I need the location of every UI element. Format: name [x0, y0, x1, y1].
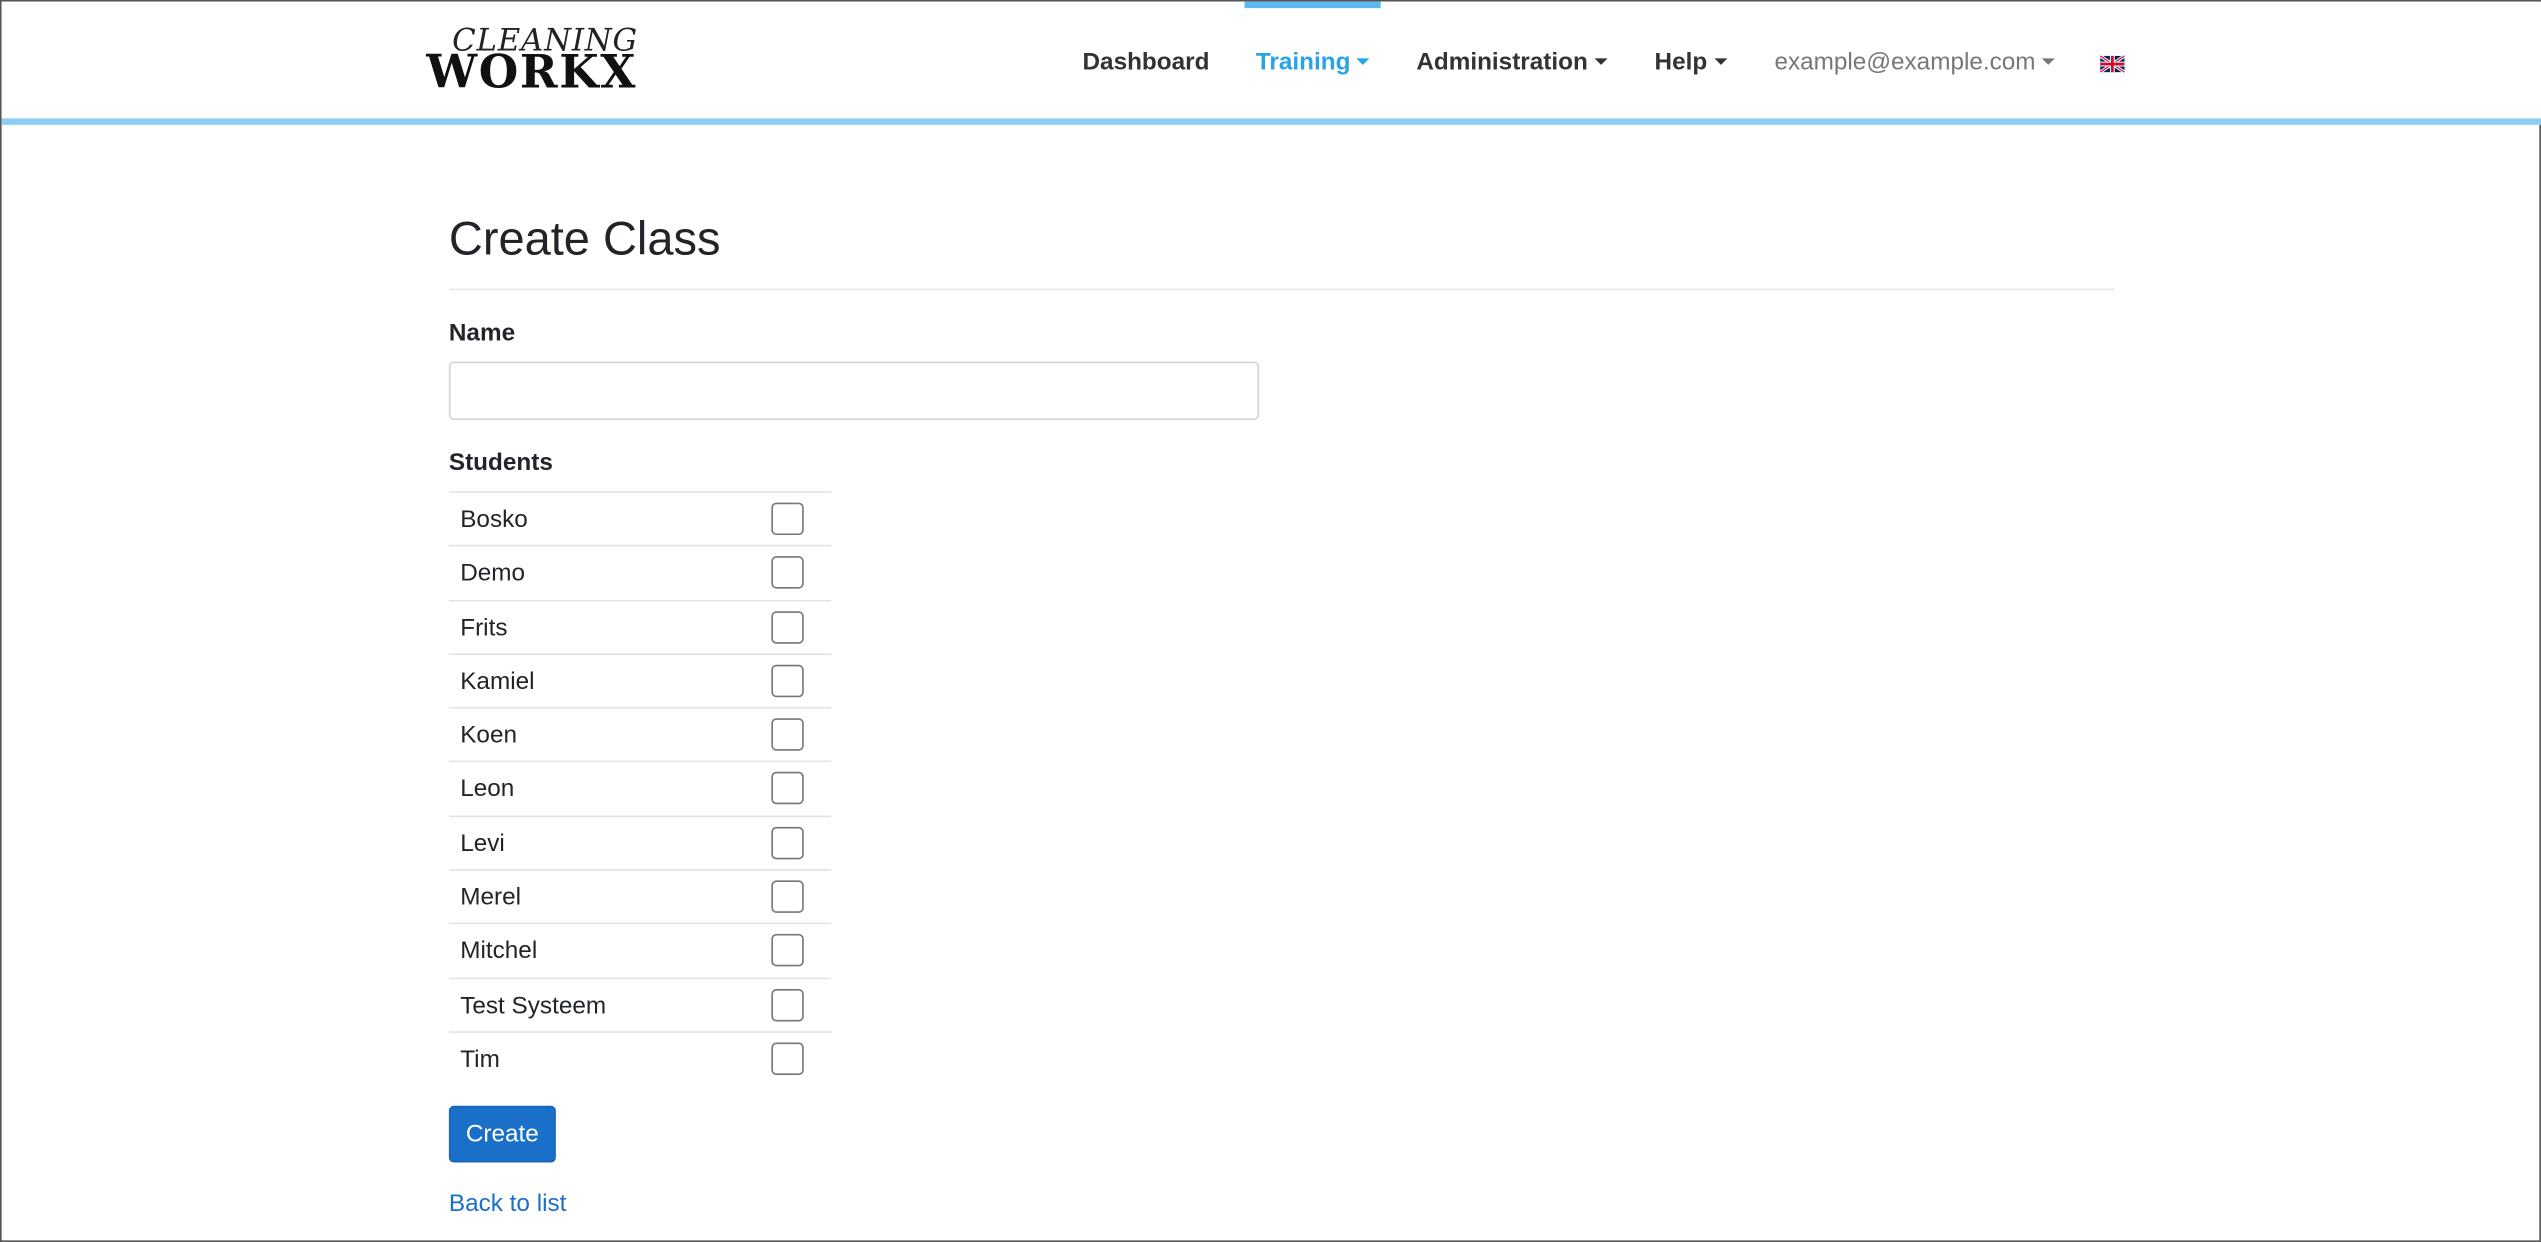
- nav-training-label: Training: [1255, 48, 1351, 77]
- student-name: Koen: [460, 721, 518, 750]
- student-name: Bosko: [460, 505, 528, 534]
- logo-line-2: WORKX: [426, 45, 638, 99]
- nav-dashboard[interactable]: Dashboard: [1082, 47, 1209, 79]
- student-checkbox[interactable]: [771, 988, 804, 1021]
- student-row: Merel: [448, 869, 832, 923]
- student-name: Leon: [460, 775, 515, 804]
- student-checkbox[interactable]: [771, 556, 804, 590]
- chevron-down-icon: [1356, 58, 1370, 65]
- student-row: Levi: [448, 815, 832, 869]
- student-checkbox[interactable]: [771, 772, 804, 805]
- student-row: Leon: [448, 761, 832, 815]
- student-row: Frits: [448, 599, 832, 653]
- student-checkbox[interactable]: [771, 1042, 804, 1075]
- student-row: Mitchel: [448, 923, 832, 977]
- name-label: Name: [448, 319, 516, 347]
- student-row: Bosko: [448, 491, 832, 545]
- uk-flag-icon[interactable]: [2100, 55, 2125, 73]
- students-label: Students: [448, 449, 553, 477]
- student-row: Tim: [448, 1031, 832, 1085]
- student-name: Kamiel: [460, 667, 535, 696]
- students-table: Bosko Demo Frits Kamiel Koen Leon Levi Merel Mit…: [448, 491, 832, 1085]
- page: CLEANING WORKX Dashboard Training Admini…: [0, 0, 2541, 1242]
- student-checkbox[interactable]: [771, 934, 804, 967]
- nav-help-label: Help: [1654, 48, 1708, 77]
- nav-administration-dropdown[interactable]: Administration: [1416, 47, 1608, 79]
- create-button[interactable]: Create: [448, 1105, 556, 1163]
- student-row: Demo: [448, 545, 832, 599]
- nav-administration-label: Administration: [1416, 48, 1588, 77]
- name-input[interactable]: [448, 361, 1260, 420]
- nav-user-label: example@example.com: [1774, 48, 2036, 77]
- student-name: Merel: [460, 883, 522, 912]
- active-nav-indicator: [1244, 1, 1381, 9]
- title-divider: [448, 288, 2115, 291]
- student-name: Tim: [460, 1045, 500, 1074]
- student-name: Demo: [460, 559, 526, 588]
- student-name: Test Systeem: [460, 991, 607, 1020]
- back-to-list-link[interactable]: Back to list: [449, 1190, 567, 1219]
- student-name: Mitchel: [460, 937, 538, 966]
- student-row: Kamiel: [448, 653, 832, 707]
- student-checkbox[interactable]: [771, 664, 804, 698]
- page-title: Create Class: [448, 214, 721, 266]
- student-checkbox[interactable]: [771, 610, 804, 644]
- student-checkbox[interactable]: [771, 718, 804, 752]
- student-name: Frits: [460, 613, 508, 642]
- student-name: Levi: [460, 829, 505, 858]
- student-checkbox[interactable]: [771, 502, 804, 536]
- navbar: CLEANING WORKX Dashboard Training Admini…: [1, 1, 2541, 125]
- student-checkbox[interactable]: [771, 880, 804, 913]
- student-row: Koen: [448, 707, 832, 761]
- cleaningworkx-logo[interactable]: CLEANING WORKX: [426, 24, 637, 99]
- nav-dashboard-label: Dashboard: [1082, 48, 1210, 77]
- student-row: Test Systeem: [448, 977, 832, 1031]
- nav-help-dropdown[interactable]: Help: [1655, 47, 1727, 79]
- nav-user-dropdown[interactable]: example@example.com: [1774, 47, 2056, 79]
- chevron-down-icon: [1713, 58, 1727, 65]
- student-checkbox[interactable]: [771, 826, 804, 859]
- chevron-down-icon: [2042, 58, 2056, 65]
- nav-training-dropdown[interactable]: Training: [1256, 47, 1370, 79]
- chevron-down-icon: [1594, 58, 1608, 65]
